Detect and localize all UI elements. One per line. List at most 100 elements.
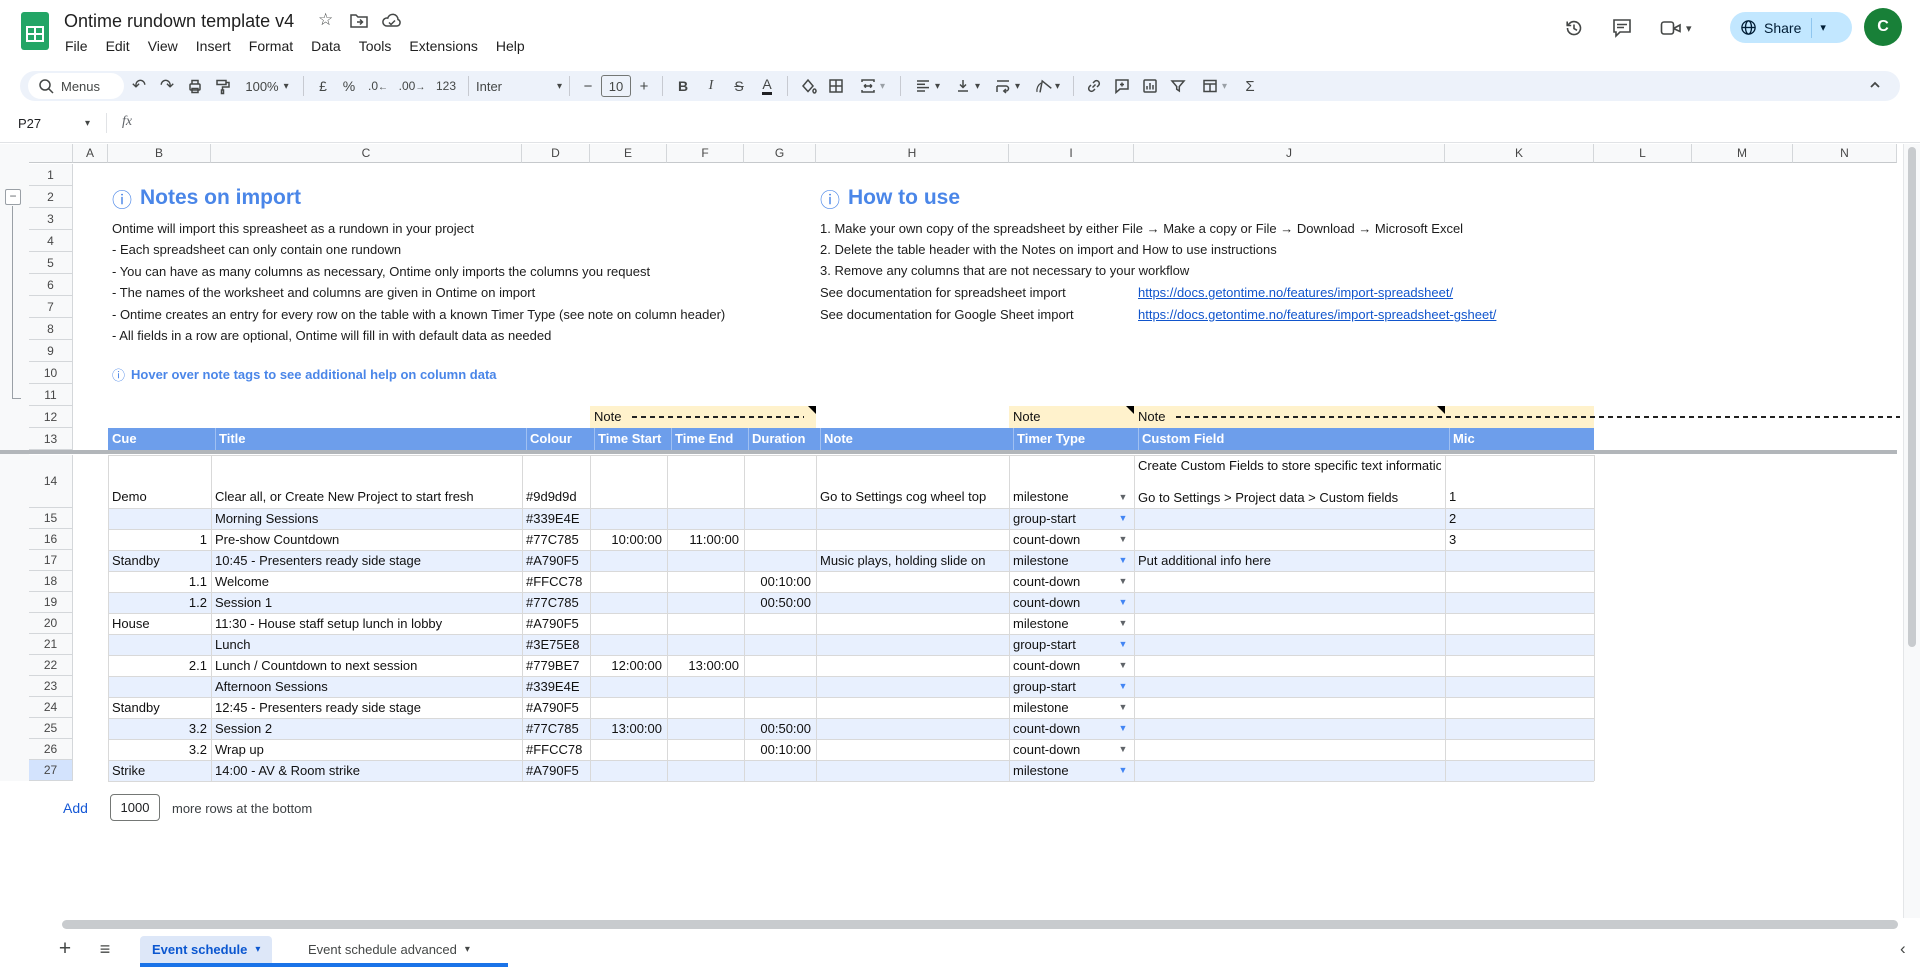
cell-title[interactable]: Session 1 — [215, 592, 518, 613]
row-header-8[interactable]: 8 — [29, 318, 73, 340]
cell-duration[interactable]: 00:50:00 — [744, 592, 811, 613]
column-header-L[interactable]: L — [1594, 144, 1692, 163]
vertical-scrollbar[interactable] — [1903, 144, 1920, 918]
column-header-D[interactable]: D — [522, 144, 590, 163]
cell-title[interactable]: Wrap up — [215, 739, 518, 760]
column-header-J[interactable]: J — [1134, 144, 1445, 163]
row-header-6[interactable]: 6 — [29, 274, 73, 296]
row-header-5[interactable]: 5 — [29, 252, 73, 274]
cell-note[interactable]: Music plays, holding slide on — [820, 550, 1006, 571]
row-header-16[interactable]: 16 — [29, 529, 73, 550]
row-header-4[interactable]: 4 — [29, 230, 73, 252]
cell-timer-type[interactable]: milestone — [1013, 613, 1113, 634]
cell-cue[interactable]: Strike — [112, 760, 207, 781]
timer-type-dropdown-icon[interactable]: ▼ — [1116, 529, 1130, 550]
row-header-25[interactable]: 25 — [29, 718, 73, 739]
cell-cue[interactable]: 1.1 — [112, 571, 207, 592]
cell-colour[interactable]: #9d9d9d — [526, 487, 586, 507]
cell-title[interactable]: 14:00 - AV & Room strike — [215, 760, 518, 781]
table-header-time-end[interactable]: Time End — [671, 428, 740, 450]
cell-colour[interactable]: #A790F5 — [526, 760, 586, 781]
cell-timer-type[interactable]: milestone — [1013, 487, 1113, 507]
cell-title[interactable]: 10:45 - Presenters ready side stage — [215, 550, 518, 571]
cell-colour[interactable]: #339E4E — [526, 508, 586, 529]
row-header-9[interactable]: 9 — [29, 340, 73, 362]
column-header-M[interactable]: M — [1692, 144, 1793, 163]
timer-type-dropdown-icon[interactable]: ▼ — [1116, 697, 1130, 718]
cell-time-start[interactable]: 10:00:00 — [590, 529, 662, 550]
row-header-14[interactable]: 14 — [29, 455, 73, 508]
cell-timer-type[interactable]: group-start — [1013, 634, 1113, 655]
all-sheets-button[interactable]: ≡ — [92, 936, 118, 962]
cell-cue[interactable]: Demo — [112, 487, 207, 507]
doc-link-2[interactable]: https://docs.getontime.no/features/impor… — [1138, 306, 1496, 324]
cell-time-start[interactable]: 12:00:00 — [590, 655, 662, 676]
cell-custom-field-line2[interactable]: Go to Settings > Project data > Custom f… — [1138, 489, 1441, 507]
table-header-note[interactable]: Note — [820, 428, 1005, 450]
table-header-title[interactable]: Title — [215, 428, 518, 450]
row-header-10[interactable]: 10 — [29, 362, 73, 384]
timer-type-dropdown-icon[interactable]: ▼ — [1116, 508, 1130, 529]
doc-link-1[interactable]: https://docs.getontime.no/features/impor… — [1138, 284, 1453, 302]
column-header-F[interactable]: F — [667, 144, 744, 163]
cell-timer-type[interactable]: count-down — [1013, 739, 1113, 760]
tab-event-schedule-advanced[interactable]: Event schedule advanced ▾ — [296, 936, 482, 963]
timer-type-dropdown-icon[interactable]: ▼ — [1116, 634, 1130, 655]
timer-type-dropdown-icon[interactable]: ▼ — [1116, 571, 1130, 592]
cell-cue[interactable]: Standby — [112, 697, 207, 718]
cell-duration[interactable]: 00:10:00 — [744, 571, 811, 592]
cell-time-start[interactable]: 13:00:00 — [590, 718, 662, 739]
cell-timer-type[interactable]: milestone — [1013, 550, 1113, 571]
table-header-time-start[interactable]: Time Start — [594, 428, 663, 450]
cell-timer-type[interactable]: group-start — [1013, 508, 1113, 529]
horizontal-scrollbar[interactable] — [62, 920, 1898, 929]
row-header-19[interactable]: 19 — [29, 592, 73, 613]
column-header-B[interactable]: B — [108, 144, 211, 163]
row-header-1[interactable]: 1 — [29, 164, 73, 186]
timer-type-dropdown-icon[interactable]: ▼ — [1116, 592, 1130, 613]
row-header-20[interactable]: 20 — [29, 613, 73, 634]
cell-title[interactable]: 11:30 - House staff setup lunch in lobby — [215, 613, 518, 634]
add-rows-button[interactable]: Add — [63, 799, 88, 817]
add-rows-count-input[interactable]: 1000 — [110, 794, 160, 821]
column-header-K[interactable]: K — [1445, 144, 1594, 163]
column-header-I[interactable]: I — [1009, 144, 1134, 163]
cell-colour[interactable]: #3E75E8 — [526, 634, 586, 655]
cell-colour[interactable]: #FFCC78 — [526, 739, 586, 760]
add-sheet-button[interactable]: + — [52, 936, 78, 962]
table-header-duration[interactable]: Duration — [748, 428, 812, 450]
cell-title[interactable]: Session 2 — [215, 718, 518, 739]
cell-mic[interactable]: 2 — [1449, 508, 1499, 529]
row-header-3[interactable]: 3 — [29, 208, 73, 230]
cell-custom-field[interactable]: Put additional info here — [1138, 550, 1441, 571]
cell-cue[interactable]: House — [112, 613, 207, 634]
cell-cue[interactable]: 2.1 — [112, 655, 207, 676]
row-header-18[interactable]: 18 — [29, 571, 73, 592]
cell-title[interactable]: Lunch — [215, 634, 518, 655]
table-header-custom-field[interactable]: Custom Field — [1138, 428, 1441, 450]
cell-mic[interactable]: 1 — [1449, 487, 1499, 507]
cell-custom-field-line1[interactable]: Create Custom Fields to store specific t… — [1138, 457, 1441, 475]
cell-note[interactable]: Go to Settings cog wheel top — [820, 487, 1006, 507]
spreadsheet-grid[interactable]: ABCDEFGHIJKLMN−1234567891011121314151617… — [0, 0, 1920, 918]
table-header-mic[interactable]: Mic — [1449, 428, 1590, 450]
cell-colour[interactable]: #FFCC78 — [526, 571, 586, 592]
cell-timer-type[interactable]: count-down — [1013, 571, 1113, 592]
table-header-colour[interactable]: Colour — [526, 428, 586, 450]
column-header-N[interactable]: N — [1793, 144, 1897, 163]
cell-title[interactable]: Afternoon Sessions — [215, 676, 518, 697]
cell-colour[interactable]: #77C785 — [526, 718, 586, 739]
row-header-13[interactable]: 13 — [29, 428, 73, 450]
row-header-15[interactable]: 15 — [29, 508, 73, 529]
cell-time-end[interactable]: 11:00:00 — [667, 529, 739, 550]
cell-cue[interactable]: 1 — [112, 529, 207, 550]
cell-title[interactable]: Pre-show Countdown — [215, 529, 518, 550]
cell-cue[interactable]: Standby — [112, 550, 207, 571]
timer-type-dropdown-icon[interactable]: ▼ — [1116, 718, 1130, 739]
row-header-21[interactable]: 21 — [29, 634, 73, 655]
row-header-2[interactable]: 2 — [29, 186, 73, 208]
tab-dropdown-icon[interactable]: ▾ — [465, 944, 470, 955]
table-header-cue[interactable]: Cue — [112, 428, 207, 450]
timer-type-dropdown-icon[interactable]: ▼ — [1116, 613, 1130, 634]
cell-timer-type[interactable]: count-down — [1013, 592, 1113, 613]
